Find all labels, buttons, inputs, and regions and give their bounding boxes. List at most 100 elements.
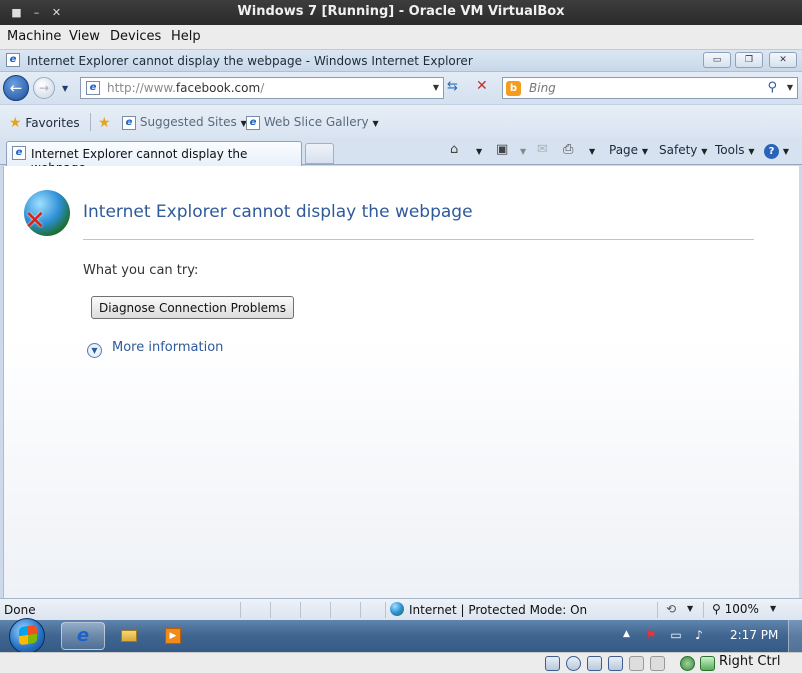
status-separator xyxy=(360,602,361,618)
display-icon[interactable] xyxy=(650,656,665,671)
favorites-star-icon: ★ xyxy=(9,115,22,131)
feeds-dropdown-icon[interactable]: ▼ xyxy=(520,143,526,157)
search-input[interactable]: Bing xyxy=(529,81,556,95)
security-zone-text[interactable]: Internet | Protected Mode: On xyxy=(409,603,587,617)
tab-row: e Internet Explorer cannot display the w… xyxy=(0,138,802,175)
hard-disk-icon[interactable] xyxy=(545,656,560,671)
menu-view[interactable]: View xyxy=(69,29,100,44)
recent-pages-dropdown-icon[interactable]: ▼ xyxy=(62,84,68,93)
zone-globe-icon xyxy=(390,602,404,616)
zoom-dropdown-icon[interactable]: ▼ xyxy=(770,604,776,613)
start-button[interactable] xyxy=(9,618,45,654)
system-tray: ▲ ⚑ ▭ ♪ 2:17 PM xyxy=(612,620,792,652)
zoom-level[interactable]: ⚲ 100% xyxy=(712,602,759,616)
feeds-icon[interactable]: ▣ xyxy=(496,142,508,157)
status-separator xyxy=(385,602,386,618)
address-input[interactable]: http://www.facebook.com/ xyxy=(107,81,264,95)
web-slice-icon: e xyxy=(246,115,260,130)
mouse-integration-icon[interactable] xyxy=(700,656,715,671)
host-window-title: Windows 7 [Running] - Oracle VM VirtualB… xyxy=(237,4,565,19)
try-label: What you can try: xyxy=(83,263,199,278)
tab-ie-icon: e xyxy=(12,146,26,160)
favorites-button[interactable]: ★ Favorites xyxy=(9,115,80,131)
taskbar-explorer-button[interactable] xyxy=(106,622,150,650)
web-slice-gallery-button[interactable]: e Web Slice Gallery ▼ xyxy=(246,115,379,130)
status-separator xyxy=(330,602,331,618)
network-adapter-icon[interactable] xyxy=(608,656,623,671)
add-to-favorites-bar-icon[interactable]: ★ xyxy=(98,115,111,131)
page-menu[interactable]: Page ▼ xyxy=(609,143,648,157)
folder-icon xyxy=(121,630,137,642)
expand-chevron-icon[interactable]: ▼ xyxy=(87,343,102,358)
usb-icon[interactable] xyxy=(587,656,602,671)
taskbar: e ▶ ▲ ⚑ ▭ ♪ 2:17 PM xyxy=(0,618,802,654)
host-key-label: Right Ctrl xyxy=(719,654,781,669)
favorites-bar: ★ Favorites ★ e Suggested Sites ▼ e Web … xyxy=(0,104,802,138)
ie-statusbar: Done Internet | Protected Mode: On ⟲ ▼ ⚲… xyxy=(0,598,802,620)
stop-icon[interactable]: ✕ xyxy=(476,78,488,94)
menu-machine[interactable]: Machine xyxy=(7,29,61,44)
safety-menu[interactable]: Safety ▼ xyxy=(659,143,707,157)
search-options-dropdown-icon[interactable]: ▼ xyxy=(787,83,793,92)
suggested-sites-button[interactable]: e Suggested Sites ▼ xyxy=(122,115,247,130)
back-button[interactable]: ← xyxy=(3,75,29,101)
home-icon[interactable]: ⌂ xyxy=(450,142,458,157)
status-separator xyxy=(300,602,301,618)
more-information-link[interactable]: More information xyxy=(112,340,223,355)
ie-titlebar: e Internet Explorer cannot display the w… xyxy=(0,50,802,72)
suggested-sites-label: Suggested Sites xyxy=(139,115,237,129)
favorites-separator xyxy=(90,113,91,131)
media-player-icon: ▶ xyxy=(165,628,181,644)
pop-up-blocker-icon[interactable]: ⟲ xyxy=(666,602,676,616)
web-slice-label: Web Slice Gallery xyxy=(263,115,369,129)
error-title: Internet Explorer cannot display the web… xyxy=(83,202,473,222)
bing-logo-icon: b xyxy=(506,81,521,96)
print-icon[interactable]: ⎙ xyxy=(563,142,573,157)
taskbar-media-player-button[interactable]: ▶ xyxy=(151,622,195,650)
pop-up-dropdown-icon[interactable]: ▼ xyxy=(687,604,693,613)
network-icon[interactable]: ▭ xyxy=(669,628,683,642)
taskbar-ie-button[interactable]: e xyxy=(61,622,105,650)
address-row: ← → ▼ e http://www.facebook.com/ ▼ ⇆ ✕ b… xyxy=(0,72,802,104)
menu-help[interactable]: Help xyxy=(171,29,201,44)
ie-close-button[interactable]: ✕ xyxy=(769,52,797,68)
tools-menu[interactable]: Tools ▼ xyxy=(715,143,755,157)
search-box[interactable]: b Bing ⚲ ▼ xyxy=(502,77,798,99)
page-content: ✕ Internet Explorer cannot display the w… xyxy=(3,166,799,625)
action-center-icon[interactable]: ⚑ xyxy=(644,628,658,642)
forward-button[interactable]: → xyxy=(33,77,55,99)
status-separator xyxy=(703,602,704,618)
home-dropdown-icon[interactable]: ▼ xyxy=(476,143,482,157)
new-tab-button[interactable] xyxy=(305,143,334,164)
volume-icon[interactable]: ♪ xyxy=(692,628,706,642)
host-menubar: Machine View Devices Help xyxy=(0,25,802,50)
search-icon[interactable]: ⚲ xyxy=(767,80,777,95)
suggested-sites-icon: e xyxy=(122,115,136,130)
diagnose-connection-button[interactable]: Diagnose Connection Problems xyxy=(91,296,294,319)
refresh-icon[interactable]: ⇆ xyxy=(447,79,458,94)
ie-minimize-button[interactable]: ▭ xyxy=(703,52,731,68)
shared-folders-icon[interactable] xyxy=(629,656,644,671)
show-desktop-button[interactable] xyxy=(788,620,802,652)
print-dropdown-icon[interactable]: ▼ xyxy=(589,143,595,157)
host-statusbar: Right Ctrl xyxy=(0,652,802,673)
ie-restore-button[interactable]: ❐ xyxy=(735,52,763,68)
virtualization-icon[interactable] xyxy=(680,656,695,671)
read-mail-icon[interactable]: ✉ xyxy=(537,142,548,157)
windows-logo-icon xyxy=(19,624,37,646)
address-bar[interactable]: e http://www.facebook.com/ ▼ xyxy=(80,77,444,99)
optical-drive-icon[interactable] xyxy=(566,656,581,671)
error-x-icon: ✕ xyxy=(24,206,46,236)
tab-active[interactable]: e Internet Explorer cannot display the w… xyxy=(6,141,302,175)
status-separator xyxy=(270,602,271,618)
menu-devices[interactable]: Devices xyxy=(110,29,161,44)
status-text: Done xyxy=(4,603,36,617)
status-separator xyxy=(657,602,658,618)
help-menu[interactable]: ? ▼ xyxy=(764,143,789,159)
host-titlebar: ■ – ✕ Windows 7 [Running] - Oracle VM Vi… xyxy=(0,0,802,25)
clock[interactable]: 2:17 PM xyxy=(730,628,778,642)
show-hidden-icons-icon[interactable]: ▲ xyxy=(623,629,630,639)
address-dropdown-icon[interactable]: ▼ xyxy=(433,83,439,92)
page-icon: e xyxy=(86,81,100,95)
ie-logo-icon: e xyxy=(6,53,20,67)
